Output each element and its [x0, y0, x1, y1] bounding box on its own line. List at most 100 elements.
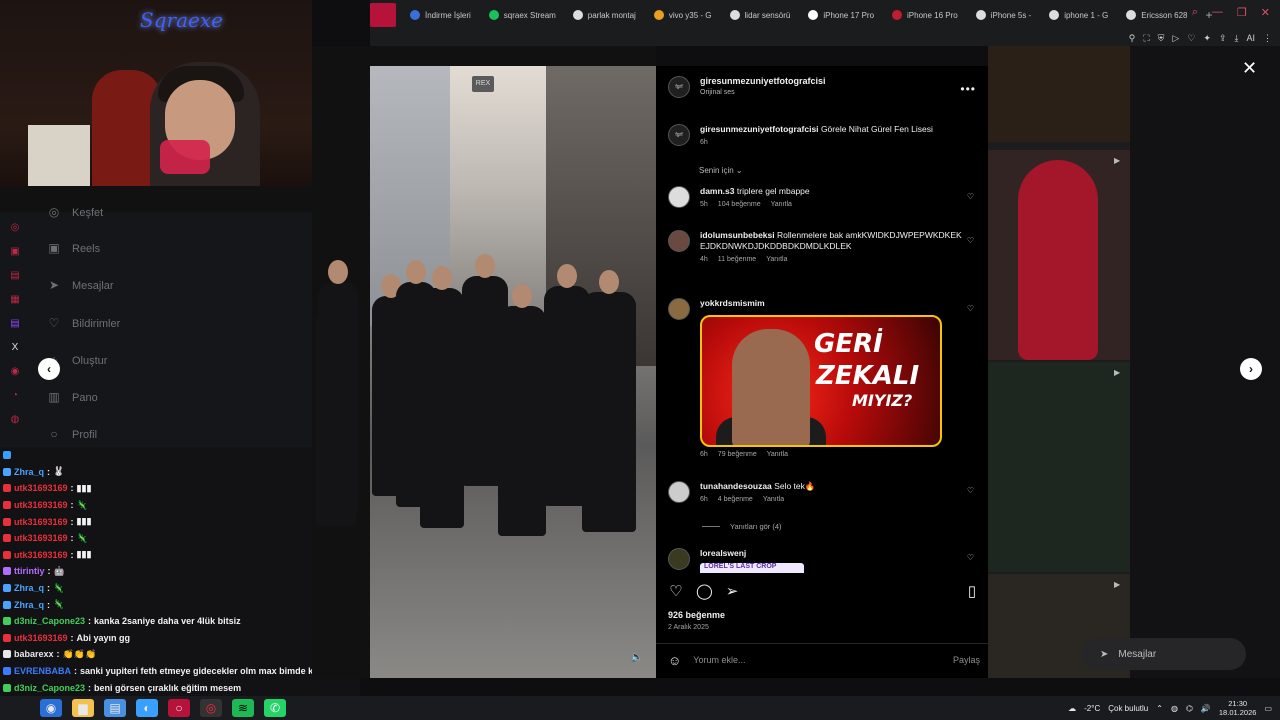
- browser-tab[interactable]: iPhone 17 Pro: [802, 4, 880, 26]
- reply-button[interactable]: Yanıtla: [763, 496, 784, 503]
- chat-username[interactable]: utk31693169: [14, 633, 68, 643]
- close-icon[interactable]: ✕: [1242, 58, 1257, 79]
- obs-app-icon[interactable]: ◎: [200, 699, 222, 717]
- commenter-avatar[interactable]: [668, 481, 690, 503]
- search-icon[interactable]: ⌕: [1192, 6, 1198, 19]
- edge-app-icon[interactable]: ◐: [136, 699, 158, 717]
- chat-username[interactable]: babarexx: [14, 649, 54, 659]
- comment-icon[interactable]: ◯: [696, 582, 713, 600]
- comment-user[interactable]: tunahandesouzaa: [700, 481, 772, 491]
- author-name[interactable]: giresunmezuniyetfotografcisi: [700, 76, 826, 86]
- bookmark-icon[interactable]: ▯: [964, 582, 980, 600]
- author-avatar[interactable]: fgrf: [668, 124, 690, 146]
- sidebar-item-7[interactable]: ○ Profil: [46, 427, 97, 443]
- chat-username[interactable]: Zhra_q: [14, 600, 44, 610]
- chat-username[interactable]: EVRENBABA: [14, 666, 71, 676]
- comment-input[interactable]: Yorum ekle...: [693, 655, 745, 665]
- heart-icon[interactable]: ♡: [1187, 33, 1195, 44]
- like-comment-icon[interactable]: ♡: [967, 304, 974, 313]
- chat-username[interactable]: utk31693169: [14, 483, 68, 493]
- audio-label[interactable]: Orijinal ses: [700, 89, 826, 96]
- store-app-icon[interactable]: ▤: [104, 699, 126, 717]
- comment-likes[interactable]: 11 beğenme: [718, 256, 756, 263]
- opera-app-icon[interactable]: ○: [168, 699, 190, 717]
- chat-username[interactable]: utk31693169: [14, 517, 68, 527]
- download-icon[interactable]: ⤓: [1235, 33, 1239, 44]
- spotify-app-icon[interactable]: ≋: [232, 699, 254, 717]
- reply-button[interactable]: Yanıtla: [766, 256, 787, 263]
- emoji-icon[interactable]: ☺: [668, 653, 681, 668]
- sidebar-item-6[interactable]: ▥ Pano: [46, 390, 97, 406]
- browser-tab[interactable]: Ericsson 628: [1120, 4, 1193, 26]
- browser-app-icon[interactable]: ◉: [40, 699, 62, 717]
- sidebar-item-3[interactable]: ➤ Mesajlar: [46, 278, 114, 294]
- like-comment-icon[interactable]: ♡: [967, 236, 974, 245]
- weather-temp[interactable]: -2°C: [1084, 704, 1100, 713]
- sidebar-item-2[interactable]: ▣ Reels: [46, 241, 100, 257]
- comment-user[interactable]: idolumsunbebeksi: [700, 230, 775, 240]
- comment-user[interactable]: lorealswenj: [700, 548, 746, 558]
- browser-tab[interactable]: iphone 1 - G: [1043, 4, 1114, 26]
- chevron-left-icon[interactable]: ‹: [38, 358, 60, 380]
- weather-icon[interactable]: ☁: [1068, 704, 1076, 713]
- pinned-tab[interactable]: [370, 3, 396, 27]
- more-options-icon[interactable]: •••: [960, 82, 976, 96]
- share-icon[interactable]: ➢: [724, 582, 740, 600]
- browser-tab[interactable]: iPhone 5s -: [970, 4, 1037, 26]
- folder-app-icon[interactable]: ▆: [72, 699, 94, 717]
- chat-username[interactable]: ttirintiy: [14, 566, 45, 576]
- volume-icon[interactable]: 🔊: [1201, 704, 1211, 713]
- weather-text[interactable]: Çok bulutlu: [1108, 704, 1148, 713]
- browser-tab[interactable]: iPhone 16 Pro: [886, 4, 964, 26]
- browser-tab[interactable]: İndirme İşleri: [404, 4, 477, 26]
- notification-icon[interactable]: ▭: [1264, 704, 1272, 713]
- network-icon[interactable]: ⌬: [1186, 704, 1193, 713]
- ai-button[interactable]: AI: [1246, 33, 1255, 43]
- menu-icon[interactable]: ⋮: [1263, 33, 1272, 44]
- chat-username[interactable]: d3niz_Capone23: [14, 616, 85, 626]
- screenshot-icon[interactable]: ⛶: [1143, 33, 1149, 44]
- whatsapp-app-icon[interactable]: ✆: [264, 699, 286, 717]
- sidebar-item-4[interactable]: ♡ Bildirimler: [46, 316, 121, 332]
- minimize-icon[interactable]: —: [1212, 6, 1223, 19]
- reel-video[interactable]: [312, 46, 656, 678]
- share-icon[interactable]: ⇪: [1219, 33, 1227, 44]
- like-icon[interactable]: ♡: [668, 582, 684, 600]
- chat-username[interactable]: d3niz_Capone23: [14, 683, 85, 693]
- chevron-up-icon[interactable]: ⌃: [1156, 704, 1163, 713]
- clock[interactable]: 21:30 18.01.2026: [1219, 699, 1257, 717]
- chat-username[interactable]: Zhra_q: [14, 467, 44, 477]
- close-window-icon[interactable]: ✕: [1261, 6, 1270, 19]
- comment-likes[interactable]: 4 beğenme: [718, 496, 753, 503]
- browser-tab[interactable]: parlak montaj: [567, 4, 642, 26]
- like-comment-icon[interactable]: ♡: [967, 486, 974, 495]
- comment-user[interactable]: yokkrdsmismim: [700, 298, 765, 308]
- play-icon[interactable]: ▷: [1172, 33, 1179, 44]
- browser-tab[interactable]: lidar sensörü: [724, 4, 797, 26]
- commenter-avatar[interactable]: [668, 186, 690, 208]
- view-replies-button[interactable]: Yanıtları gör (4): [702, 522, 782, 531]
- chat-username[interactable]: Zhra_q: [14, 583, 44, 593]
- chat-username[interactable]: utk31693169: [14, 550, 68, 560]
- mute-icon[interactable]: 🔈: [628, 652, 646, 670]
- chat-username[interactable]: utk31693169: [14, 533, 68, 543]
- comment-user[interactable]: damn.s3: [700, 186, 735, 196]
- sort-dropdown[interactable]: Senin için ⌄: [699, 166, 743, 175]
- chat-username[interactable]: utk31693169: [14, 500, 68, 510]
- comment-likes[interactable]: 104 beğenme: [718, 201, 761, 208]
- like-comment-icon[interactable]: ♡: [967, 192, 974, 201]
- extensions-icon[interactable]: ✦: [1203, 33, 1211, 44]
- reply-button[interactable]: Yanıtla: [767, 451, 788, 458]
- restore-icon[interactable]: ❐: [1237, 6, 1247, 19]
- reply-button[interactable]: Yanıtla: [771, 201, 792, 208]
- caption-user[interactable]: giresunmezuniyetfotografcisi: [700, 124, 819, 134]
- messages-pill[interactable]: ➤ Mesajlar: [1082, 638, 1246, 670]
- comment-image[interactable]: GERİ ZEKALI MIYIZ?: [700, 315, 942, 447]
- browser-tab[interactable]: sqraex Stream: [483, 4, 561, 26]
- tray-app-icon[interactable]: ◍: [1171, 704, 1178, 713]
- commenter-avatar[interactable]: [668, 230, 690, 252]
- like-comment-icon[interactable]: ♡: [967, 553, 974, 562]
- commenter-avatar[interactable]: [668, 298, 690, 320]
- chevron-right-icon[interactable]: ›: [1240, 358, 1262, 380]
- like-count[interactable]: 926 beğenme: [668, 610, 725, 620]
